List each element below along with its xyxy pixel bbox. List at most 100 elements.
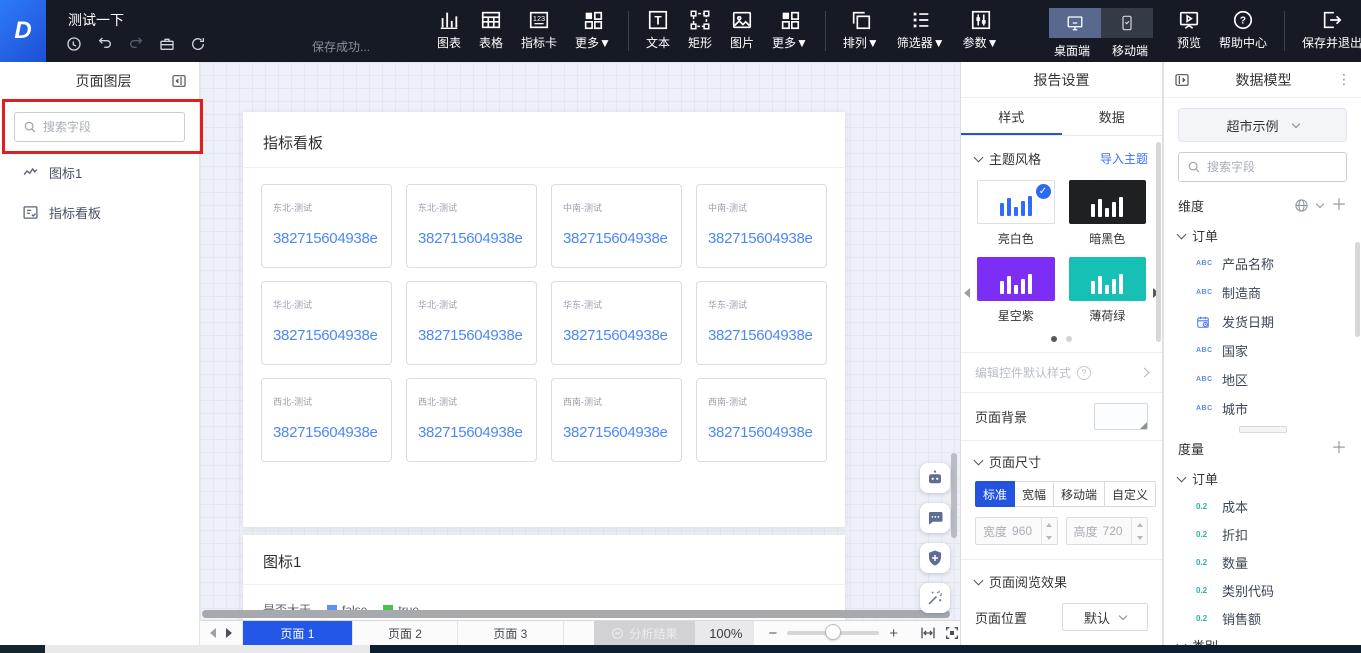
measure-group-category[interactable]: 类别 (1164, 632, 1361, 645)
kanban-card[interactable]: 华北-测试382715604938e (261, 281, 392, 365)
zoom-slider[interactable] (787, 631, 879, 635)
dimension-field[interactable]: ABC地区 (1164, 365, 1361, 394)
tab-page-3[interactable]: 页面 3 (458, 621, 563, 645)
edit-default-style-row[interactable]: 编辑控件默认样式 ? (961, 353, 1162, 392)
desktop-mode-button[interactable] (1049, 8, 1101, 38)
panel-scrollbar[interactable] (1355, 242, 1360, 337)
kanban-card[interactable]: 东北-测试382715604938e (261, 184, 392, 268)
fit-screen-icon[interactable] (944, 625, 960, 641)
tab-style[interactable]: 样式 (961, 98, 1062, 135)
kanban-card[interactable]: 华北-测试382715604938e (406, 281, 537, 365)
design-canvas[interactable]: 指标看板 东北-测试382715604938e 东北-测试38271560493… (200, 62, 960, 620)
measure-field[interactable]: 0.2类别代码 (1164, 576, 1361, 604)
globe-icon[interactable] (1294, 198, 1309, 213)
insert-rectangle-button[interactable]: 矩形 (679, 7, 721, 53)
measure-field[interactable]: 0.2折扣 (1164, 520, 1361, 548)
kebab-menu-icon[interactable]: ⋮ (1337, 71, 1351, 88)
width-input[interactable]: 宽度 960 (975, 517, 1058, 545)
layer-item-chart1[interactable]: 图标1 (0, 152, 199, 192)
theme-mint-green[interactable]: 薄荷绿 (1069, 257, 1147, 324)
dimension-group-order[interactable]: 订单 (1164, 217, 1361, 249)
insert-chart-button[interactable]: 图表 (428, 7, 470, 53)
zoom-out-button[interactable]: − (768, 626, 777, 641)
tab-page-1[interactable]: 页面 1 (242, 621, 353, 645)
chart1-widget[interactable]: 图标1 是否大于 false true (243, 535, 845, 620)
size-custom-button[interactable]: 自定义 (1105, 481, 1156, 507)
filter-dropdown[interactable]: 筛选器▼ (888, 7, 954, 53)
dimension-field[interactable]: ABC城市 (1164, 394, 1361, 423)
layers-search-box[interactable] (14, 112, 185, 142)
size-standard-button[interactable]: 标准 (975, 481, 1015, 507)
section-resize-handle[interactable] (1239, 426, 1287, 433)
height-stepper[interactable] (1131, 518, 1147, 544)
kanban-card[interactable]: 西北-测试382715604938e (261, 378, 392, 462)
import-theme-link[interactable]: 导入主题 (1100, 150, 1148, 167)
carousel-dot[interactable] (1066, 336, 1072, 342)
tabs-scroll-left-icon[interactable] (210, 628, 216, 638)
zoom-in-button[interactable]: + (889, 626, 898, 641)
measure-field[interactable]: 0.2数量 (1164, 548, 1361, 576)
theme-prev-icon[interactable] (964, 288, 970, 298)
toolbox-icon[interactable] (159, 36, 175, 52)
chevron-down-icon[interactable] (1316, 200, 1324, 208)
fields-search-box[interactable] (1178, 152, 1347, 182)
add-protection-button[interactable] (920, 543, 950, 573)
kanban-card[interactable]: 西北-测试382715604938e (406, 378, 537, 462)
tabs-scroll-right-icon[interactable] (226, 628, 232, 638)
insert-more-media-dropdown[interactable]: 更多▼ (763, 7, 817, 53)
layer-item-kanban[interactable]: 指标看板 (0, 192, 199, 232)
save-and-exit-button[interactable]: 保存并退出 (1293, 7, 1361, 53)
magic-wand-button[interactable] (920, 583, 950, 613)
zoom-slider-handle[interactable] (825, 624, 841, 640)
theme-dark-black[interactable]: 暗黑色 (1069, 180, 1147, 247)
preview-button[interactable]: 预览 (1168, 7, 1210, 53)
dataset-select[interactable]: 超市示例 (1178, 108, 1347, 142)
insert-more-charts-dropdown[interactable]: 更多▼ (566, 7, 620, 53)
expand-panel-icon[interactable] (1174, 72, 1190, 88)
mobile-mode-button[interactable] (1101, 8, 1153, 38)
chevron-down-icon[interactable] (974, 152, 984, 162)
add-measure-icon[interactable]: ＋ (1331, 441, 1347, 457)
kanban-card[interactable]: 华东-测试382715604938e (551, 281, 682, 365)
dimension-field[interactable]: ABC国家 (1164, 336, 1361, 365)
kanban-card[interactable]: 中南-测试382715604938e (551, 184, 682, 268)
page-background-swatch[interactable] (1094, 403, 1148, 430)
kanban-card[interactable]: 中南-测试382715604938e (696, 184, 827, 268)
parameters-dropdown[interactable]: 参数▼ (954, 7, 1008, 53)
kanban-widget[interactable]: 指标看板 东北-测试382715604938e 东北-测试38271560493… (243, 112, 845, 527)
chevron-down-icon[interactable] (974, 455, 984, 465)
layers-search-input[interactable] (43, 120, 173, 134)
vertical-scrollbar[interactable] (951, 453, 957, 538)
carousel-dot-active[interactable] (1051, 336, 1057, 342)
size-mobile-button[interactable]: 移动端 (1054, 481, 1105, 507)
analysis-result-button[interactable]: 分析结果 (594, 621, 696, 645)
insert-table-button[interactable]: 表格 (470, 7, 512, 53)
theme-light-white[interactable]: ✓ 亮白色 (977, 180, 1055, 247)
height-input[interactable]: 高度 720 (1066, 517, 1149, 545)
kanban-card[interactable]: 西南-测试382715604938e (551, 378, 682, 462)
dimension-field[interactable]: ABC产品名称 (1164, 249, 1361, 278)
add-dimension-icon[interactable]: ＋ (1331, 198, 1347, 214)
app-logo[interactable]: D (0, 0, 46, 62)
insert-text-button[interactable]: T 文本 (637, 7, 679, 53)
measure-group-order[interactable]: 订单 (1164, 460, 1361, 492)
measure-field[interactable]: 0.2成本 (1164, 492, 1361, 520)
page-position-select[interactable]: 默认 (1062, 603, 1148, 631)
kanban-card[interactable]: 西南-测试382715604938e (696, 378, 827, 462)
redo-icon[interactable] (128, 36, 144, 52)
panel-scrollbar[interactable] (1156, 142, 1161, 342)
refresh-icon[interactable] (190, 36, 206, 52)
insert-image-button[interactable]: 图片 (721, 7, 763, 53)
undo-icon[interactable] (97, 36, 113, 52)
history-icon[interactable] (66, 36, 82, 52)
width-stepper[interactable] (1041, 518, 1057, 544)
arrange-dropdown[interactable]: 排列▼ (834, 7, 888, 53)
theme-star-purple[interactable]: 星空紫 (977, 257, 1055, 324)
collapse-panel-icon[interactable] (171, 73, 187, 89)
help-center-button[interactable]: ? 帮助中心 (1210, 7, 1276, 53)
ai-assistant-button[interactable] (920, 463, 950, 493)
dimension-field[interactable]: ABC制造商 (1164, 278, 1361, 307)
size-wide-button[interactable]: 宽幅 (1015, 481, 1054, 507)
fit-width-icon[interactable] (920, 625, 936, 641)
chevron-down-icon[interactable] (974, 575, 984, 585)
